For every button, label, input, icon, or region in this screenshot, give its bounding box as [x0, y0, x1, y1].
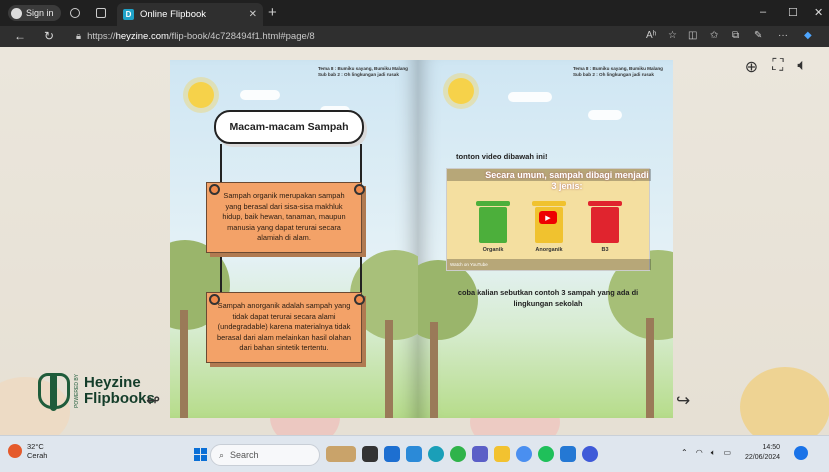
search-icon: ⌕: [219, 449, 225, 460]
inorganic-definition-card: Sampah anorganik adalah sampah yang tida…: [206, 292, 362, 363]
tree-trunk: [385, 320, 393, 418]
photos-icon[interactable]: [406, 446, 422, 462]
profile-button[interactable]: Sign in: [8, 5, 61, 21]
heyzine-logo[interactable]: POWERED BY Heyzine Flipbooks: [38, 373, 161, 411]
extensions-icon[interactable]: ✎: [754, 30, 762, 41]
more-menu-icon[interactable]: ···: [778, 30, 788, 41]
back-icon[interactable]: ←: [14, 29, 26, 43]
sound-icon[interactable]: 🔈︎: [797, 57, 807, 77]
task-view-icon[interactable]: [362, 446, 378, 462]
tab-actions-icon[interactable]: [96, 8, 106, 18]
profile-label: Sign in: [26, 8, 54, 18]
minimize-button[interactable]: –: [760, 6, 766, 18]
right-page: Tema 8 : Bumiku sayang, Bumiku Malang Su…: [418, 60, 673, 418]
start-button[interactable]: [194, 448, 207, 461]
battery-icon[interactable]: ▭: [724, 448, 732, 458]
left-page: Tema 8 : Bumiku sayang, Bumiku Malang Su…: [170, 60, 418, 418]
address-bar[interactable]: 🔒︎ https://heyzine.com/flip-book/4c72849…: [76, 28, 636, 45]
logo-text-heyzine: Heyzine: [84, 374, 141, 391]
tree-trunk: [180, 310, 188, 418]
weather-status: Cerah: [27, 451, 48, 460]
flipbook-viewer: ⊕ ⛶ 🔈︎ Tema 8 : Bumiku sayang, Bumiku Ma…: [0, 47, 829, 452]
store-icon[interactable]: [384, 446, 400, 462]
tab-close-icon[interactable]: ✕: [249, 9, 257, 20]
split-screen-icon[interactable]: ◫: [688, 30, 697, 41]
logo-text-flipbooks: Flipbooks: [84, 390, 155, 407]
play-button[interactable]: ▶: [539, 211, 557, 224]
flipbook-favicon-icon: D: [123, 9, 134, 20]
refresh-icon[interactable]: ↻: [44, 29, 54, 43]
cloud-illustration: [508, 92, 552, 102]
pin-icon: [209, 294, 220, 305]
lock-icon: 🔒︎: [76, 31, 82, 42]
tree-trunk: [430, 322, 438, 418]
next-page-button[interactable]: ↪: [676, 391, 690, 411]
bin-label: B3: [601, 247, 609, 253]
title-bar: Sign in D Online Flipbook ✕ + – ☐ ✕: [0, 0, 829, 26]
navigation-bar: ← ↻ 🔒︎ https://heyzine.com/flip-book/4c7…: [0, 26, 829, 47]
page-title: Macam-macam Sampah: [214, 110, 364, 144]
chrome-icon[interactable]: [516, 446, 532, 462]
teams-icon[interactable]: [472, 446, 488, 462]
temperature: 32°C: [27, 442, 44, 451]
weather-icon: [8, 444, 22, 458]
video-instruction: tonton video dibawah ini!: [456, 152, 548, 161]
cloud-illustration: [240, 90, 280, 100]
search-placeholder: Search: [230, 450, 259, 460]
file-explorer-icon[interactable]: [494, 446, 510, 462]
organic-bin-icon: [476, 201, 510, 243]
fullscreen-icon[interactable]: ⛶: [772, 57, 783, 77]
tab-title: Online Flipbook: [140, 9, 207, 20]
read-aloud-icon[interactable]: Aʰ: [646, 30, 657, 41]
b3-bin-icon: [588, 201, 622, 243]
favorites-icon[interactable]: ✩: [710, 30, 718, 41]
copilot-icon[interactable]: ◆: [804, 30, 812, 41]
zoom-in-icon[interactable]: ⊕: [745, 57, 758, 77]
clock[interactable]: 14:50 22/06/2024: [745, 443, 780, 463]
bin-label: Organik: [482, 247, 504, 253]
maximize-button[interactable]: ☐: [788, 6, 798, 19]
pin-icon: [354, 294, 365, 305]
notification-icon[interactable]: [794, 446, 808, 460]
word-icon[interactable]: [560, 446, 576, 462]
viewer-toolbar: ⊕ ⛶ 🔈︎: [745, 57, 807, 77]
taskbar-search[interactable]: ⌕ Search: [210, 444, 320, 466]
collections-icon[interactable]: ⧉: [732, 30, 739, 41]
widgets-icon[interactable]: [326, 446, 356, 462]
close-window-button[interactable]: ✕: [814, 6, 823, 19]
tree-trunk: [646, 318, 654, 418]
whatsapp-icon[interactable]: [450, 446, 466, 462]
video-title: Secara umum, sampah dibagi menjadi 3 jen…: [485, 170, 649, 191]
powered-by-label: POWERED BY: [74, 374, 80, 408]
new-tab-button[interactable]: +: [268, 4, 277, 21]
spotify-icon[interactable]: [538, 446, 554, 462]
tab-online-flipbook[interactable]: D Online Flipbook ✕: [117, 3, 263, 26]
cloud-illustration: [588, 110, 622, 120]
watch-on-youtube-link[interactable]: Watch on YouTube: [447, 259, 651, 270]
profile-avatar-icon: [11, 7, 22, 19]
taskbar: 32°C Cerah ⌕ Search ⌃ ◠ 🔈︎ ▭ 14:50 22/06/…: [0, 435, 829, 472]
workspaces-icon[interactable]: [70, 8, 80, 18]
sun-illustration: [448, 78, 474, 104]
wifi-icon[interactable]: ◠: [696, 448, 703, 458]
volume-icon[interactable]: 🔈︎: [711, 448, 716, 458]
weather-widget[interactable]: 32°C Cerah: [8, 442, 47, 460]
organic-definition-card: Sampah organik merupakan sampah yang ber…: [206, 182, 362, 253]
bin-label: Anorganik: [535, 247, 563, 253]
url-text: https://heyzine.com/flip-book/4c728494f1…: [87, 31, 315, 42]
page-header: Tema 8 : Bumiku sayang, Bumiku Malang Su…: [317, 66, 408, 77]
favorite-star-icon[interactable]: ☆: [668, 30, 677, 41]
question-text: coba kalian sebutkan contoh 3 sampah yan…: [457, 288, 639, 308]
previous-page-button[interactable]: ↫: [146, 391, 160, 411]
system-tray: ⌃ ◠ 🔈︎ ▭: [681, 448, 731, 458]
embedded-video[interactable]: Secara umum, sampah dibagi menjadi 3 jen…: [446, 168, 651, 271]
page-header: Tema 8 : Bumiku sayang, Bumiku Malang Su…: [572, 66, 663, 77]
sun-illustration: [188, 82, 214, 108]
pin-icon: [354, 184, 365, 195]
pin-icon: [209, 184, 220, 195]
chevron-up-icon[interactable]: ⌃: [681, 448, 688, 458]
edge-browser-icon[interactable]: [428, 446, 444, 462]
heyzine-logo-icon: [38, 373, 70, 411]
app-icon[interactable]: [582, 446, 598, 462]
